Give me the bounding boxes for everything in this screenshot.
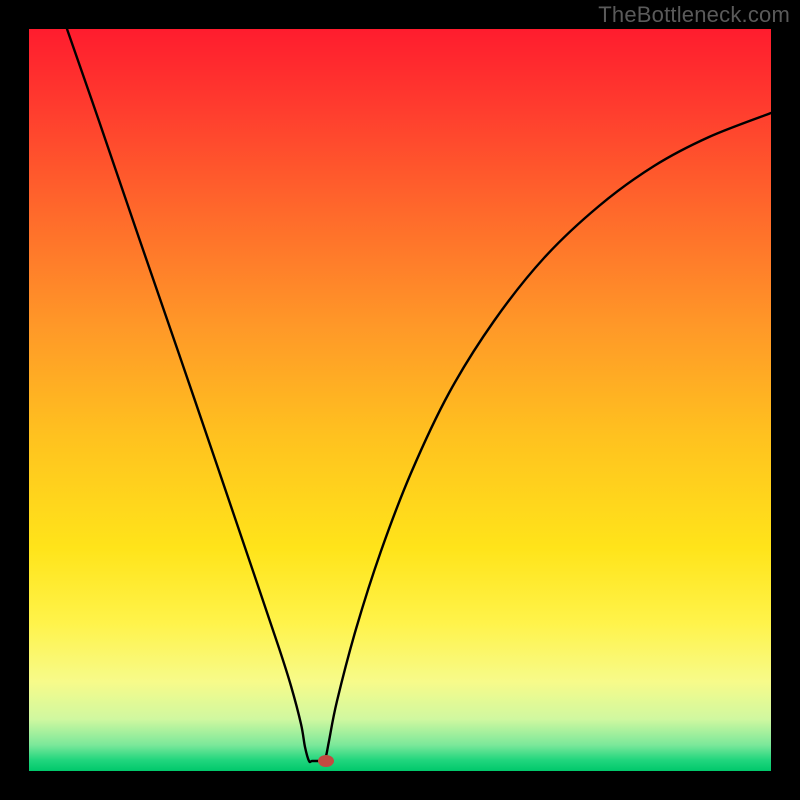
gradient-background bbox=[29, 29, 771, 771]
chart-svg bbox=[29, 29, 771, 771]
watermark-text: TheBottleneck.com bbox=[598, 2, 790, 28]
chart-frame: TheBottleneck.com bbox=[0, 0, 800, 800]
min-point-dot bbox=[318, 755, 334, 767]
plot-area bbox=[29, 29, 771, 771]
